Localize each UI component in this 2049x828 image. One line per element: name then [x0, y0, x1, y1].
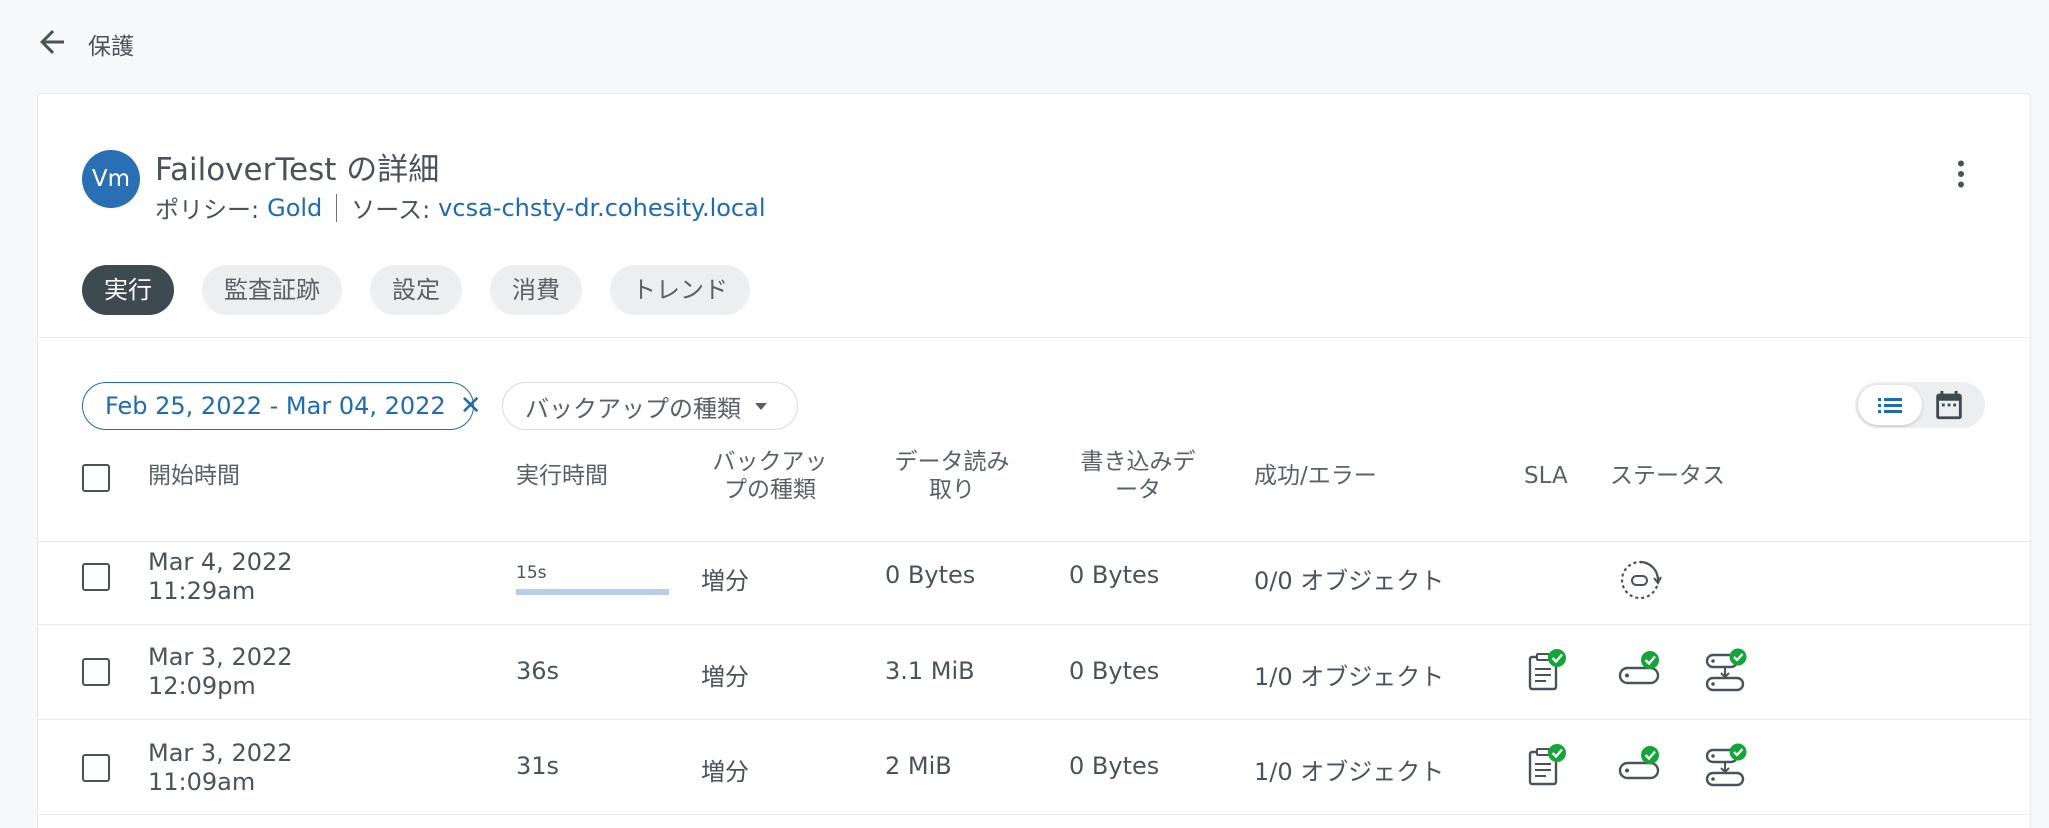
- header-backup-type-line1: バックアッ: [712, 449, 828, 475]
- backup-type-label: バックアップの種類: [525, 394, 741, 423]
- row-success-error: 0/0 オブジェクト: [1254, 567, 1445, 595]
- row-success-error: 1/0 オブジェクト: [1254, 758, 1445, 786]
- sla-status[interactable]: [1524, 743, 1570, 789]
- policy-link[interactable]: Gold: [267, 194, 322, 222]
- section-divider: [38, 337, 2032, 338]
- backup-type-filter[interactable]: バックアップの種類: [502, 382, 798, 430]
- row-duration: 15s: [516, 563, 547, 583]
- top-bar: 保護: [0, 0, 2049, 90]
- tab-consumption[interactable]: 消費: [490, 265, 582, 315]
- caret-down-icon: [755, 402, 767, 410]
- row-data-read: 3.1 MiB: [885, 657, 975, 685]
- sla-clipboard-icon: [1528, 649, 1566, 691]
- row-time: 11:09am: [148, 768, 256, 796]
- close-icon[interactable]: ✕: [460, 391, 482, 421]
- select-all-checkbox[interactable]: [82, 464, 110, 492]
- header-data-read-line2: 取り: [929, 477, 975, 503]
- replication-status[interactable]: [1703, 743, 1749, 789]
- tab-trends[interactable]: トレンド: [610, 265, 750, 315]
- row-date: Mar 3, 2022: [148, 739, 293, 767]
- breadcrumb-label[interactable]: 保護: [88, 27, 134, 61]
- sla-status[interactable]: [1524, 648, 1570, 694]
- row-backup-type: 増分: [701, 758, 749, 786]
- back-button[interactable]: [34, 24, 70, 60]
- header-data-written-line2: ータ: [1115, 477, 1161, 503]
- header-success-error[interactable]: 成功/エラー: [1254, 462, 1377, 490]
- backup-status[interactable]: [1617, 648, 1663, 694]
- row-data-read: 0 Bytes: [885, 561, 976, 589]
- replication-storage-icon: [1705, 743, 1747, 787]
- replication-storage-icon: [1705, 648, 1747, 692]
- header-data-written-line1: 書き込みデ: [1080, 449, 1196, 475]
- arrow-left-icon: [40, 30, 64, 54]
- row-date: Mar 3, 2022: [148, 643, 293, 671]
- row-start-time: Mar 3, 2022 11:09am: [148, 739, 293, 797]
- row-time: 12:09pm: [148, 672, 256, 700]
- tab-bar: 実行 監査証跡 設定 消費 トレンド: [82, 265, 750, 315]
- backup-storage-icon: [1618, 746, 1660, 780]
- header-sla[interactable]: SLA: [1524, 462, 1568, 490]
- meta-divider: [336, 193, 338, 222]
- row-checkbox[interactable]: [82, 563, 110, 591]
- more-actions-button[interactable]: [1943, 156, 1979, 192]
- header-data-read[interactable]: データ読み 取り: [882, 448, 1022, 504]
- avatar: Vm: [82, 150, 140, 208]
- row-duration: 31s: [516, 752, 560, 780]
- row-time: 11:29am: [148, 577, 256, 605]
- row-data-written: 0 Bytes: [1069, 657, 1160, 685]
- header-status[interactable]: ステータス: [1610, 462, 1725, 490]
- row-success-error: 1/0 オブジェクト: [1254, 663, 1445, 691]
- table-row[interactable]: [38, 530, 2032, 625]
- row-date: Mar 4, 2022: [148, 548, 293, 576]
- header-data-written[interactable]: 書き込みデ ータ: [1068, 448, 1208, 504]
- row-checkbox[interactable]: [82, 658, 110, 686]
- row-data-written: 0 Bytes: [1069, 752, 1160, 780]
- row-data-written: 0 Bytes: [1069, 561, 1160, 589]
- header-backup-type[interactable]: バックアッ プの種類: [700, 448, 840, 504]
- table-header: [38, 434, 2032, 542]
- list-view-icon: [1878, 398, 1902, 413]
- running-spinner-icon: [1620, 560, 1662, 600]
- tab-settings[interactable]: 設定: [370, 265, 462, 315]
- tab-audit-trail[interactable]: 監査証跡: [202, 265, 342, 315]
- page-title: FailoverTest の詳細: [155, 152, 440, 188]
- more-vert-icon: [1958, 160, 1964, 188]
- header-data-read-line1: データ読み: [894, 449, 1010, 475]
- running-status[interactable]: [1617, 556, 1663, 602]
- duration-progress-bar: [516, 589, 669, 595]
- row-start-time: Mar 4, 2022 11:29am: [148, 548, 293, 606]
- sla-clipboard-icon: [1528, 744, 1566, 786]
- tab-runs[interactable]: 実行: [82, 265, 174, 315]
- view-toggle: [1855, 382, 1985, 428]
- header-backup-type-line2: プの種類: [724, 477, 816, 503]
- header-start-time[interactable]: 開始時間: [148, 462, 240, 490]
- row-backup-type: 増分: [701, 567, 749, 595]
- row-backup-type: 増分: [701, 663, 749, 691]
- row-start-time: Mar 3, 2022 12:09pm: [148, 643, 293, 701]
- backup-storage-icon: [1618, 651, 1660, 685]
- row-data-read: 2 MiB: [885, 752, 952, 780]
- backup-status[interactable]: [1617, 743, 1663, 789]
- job-meta: ポリシー: Gold ソース: vcsa-chsty-dr.cohesity.l…: [155, 190, 766, 225]
- date-range-filter[interactable]: Feb 25, 2022 - Mar 04, 2022 ✕: [82, 382, 482, 430]
- list-view-button[interactable]: [1858, 385, 1922, 425]
- calendar-icon: [1936, 390, 1962, 420]
- source-label: ソース:: [351, 196, 431, 224]
- policy-label: ポリシー:: [155, 196, 260, 224]
- row-duration: 36s: [516, 657, 560, 685]
- header-duration[interactable]: 実行時間: [516, 462, 608, 490]
- source-link[interactable]: vcsa-chsty-dr.cohesity.local: [438, 194, 765, 222]
- calendar-view-button[interactable]: [1931, 388, 1967, 422]
- date-range-label: Feb 25, 2022 - Mar 04, 2022: [105, 392, 446, 420]
- replication-status[interactable]: [1703, 648, 1749, 694]
- row-checkbox[interactable]: [82, 754, 110, 782]
